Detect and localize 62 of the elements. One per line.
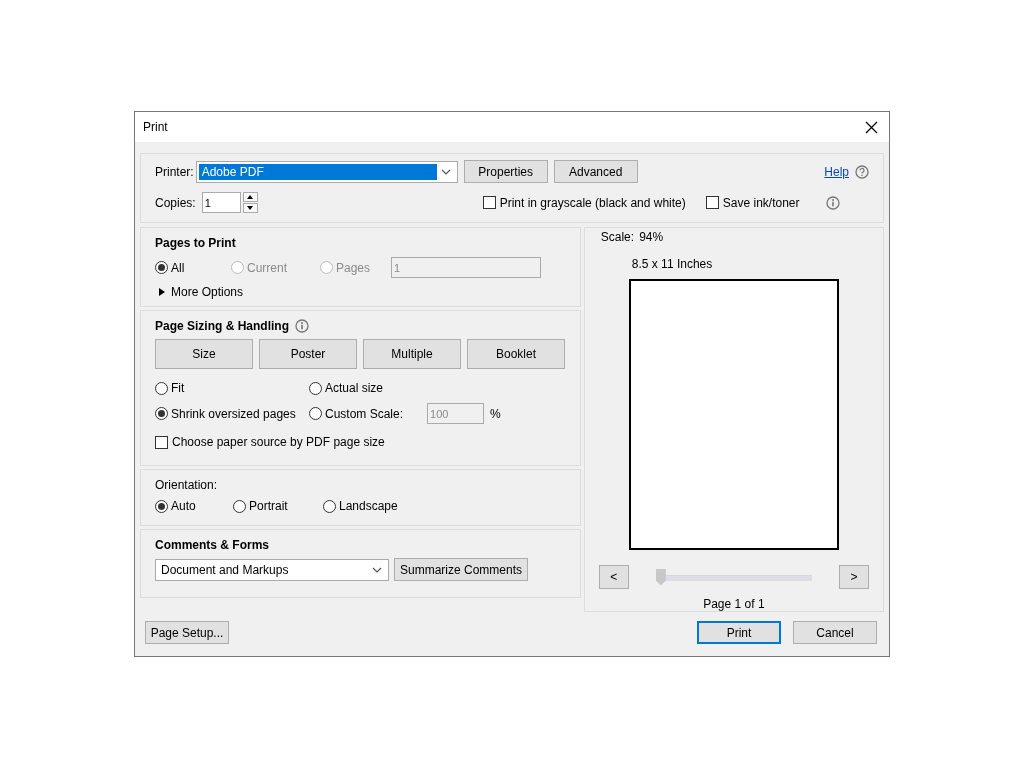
printer-label: Printer:	[155, 164, 194, 179]
section-label: Orientation:	[155, 478, 219, 492]
printer-select[interactable]: Adobe PDF	[195, 160, 458, 183]
help-link[interactable]: Help	[824, 164, 849, 179]
expand-triangle-icon[interactable]	[159, 288, 165, 296]
radio-label: Shrink oversized pages	[171, 406, 296, 421]
section-heading: Comments & Forms	[155, 538, 271, 552]
radio-label: Landscape	[339, 499, 398, 513]
dialog-button[interactable]: Advanced	[553, 160, 638, 183]
percent-label: %	[490, 406, 501, 421]
copies-field[interactable]: 1	[201, 192, 241, 213]
copies-spinner[interactable]	[242, 192, 258, 213]
radio-label: Auto	[171, 499, 196, 513]
checkbox[interactable]	[482, 196, 496, 209]
mode-button[interactable]: Poster	[259, 339, 357, 369]
info-icon	[295, 319, 309, 333]
radio-label: Portrait	[249, 499, 288, 513]
page-setup-button[interactable]: Page Setup...	[145, 621, 229, 644]
mode-button[interactable]: Size	[155, 339, 253, 369]
radio-button[interactable]	[155, 261, 168, 274]
mode-button[interactable]: Booklet	[467, 339, 565, 369]
more-options-label[interactable]: More Options	[171, 285, 244, 299]
scale-value: 94%	[639, 230, 664, 244]
help-icon[interactable]	[855, 164, 869, 179]
copies-label: Copies:	[155, 195, 196, 210]
checkbox-label: Save ink/toner	[722, 195, 800, 210]
previous-page-button[interactable]: <	[598, 565, 629, 589]
radio-label: Fit	[171, 381, 185, 395]
page-count-label: Page 1 of 1	[703, 597, 765, 611]
radio-button[interactable]	[323, 499, 336, 513]
radio-label: All	[171, 260, 185, 275]
window-title: Print	[143, 120, 168, 134]
radio-button[interactable]	[155, 381, 168, 395]
section-heading: Page Sizing & Handling	[155, 319, 289, 333]
radio-label: Current	[247, 260, 287, 275]
info-icon	[825, 195, 840, 210]
radio-label: Pages	[336, 260, 371, 275]
radio-button[interactable]	[233, 499, 246, 513]
scale-label: Scale:	[600, 230, 635, 244]
next-page-button[interactable]: >	[839, 565, 869, 589]
checkbox[interactable]	[705, 196, 719, 209]
dropdown-caret-icon	[372, 566, 382, 573]
section-heading: Pages to Print	[155, 236, 237, 250]
dropdown-caret-icon	[440, 168, 451, 175]
mode-button[interactable]: Multiple	[363, 339, 461, 369]
paper-size-label: 8.5 x 11 Inches	[631, 257, 713, 271]
checkbox-label: Choose paper source by PDF page size	[172, 435, 385, 449]
print-button[interactable]: Print	[697, 621, 781, 644]
radio-button[interactable]	[155, 407, 168, 420]
slider-thumb[interactable]	[655, 568, 666, 586]
dialog-button[interactable]: Properties	[463, 160, 548, 183]
summarize-comments-button[interactable]: Summarize Comments	[394, 558, 528, 581]
radio-button[interactable]	[155, 499, 168, 513]
checkbox[interactable]	[155, 435, 168, 449]
comments-select[interactable]: Document and Markups	[155, 558, 389, 581]
checkbox-label: Print in grayscale (black and white)	[499, 195, 686, 210]
close-icon[interactable]	[864, 120, 878, 134]
radio-button[interactable]	[309, 381, 322, 395]
radio-button[interactable]	[309, 407, 322, 420]
radio-label: Custom Scale:	[325, 406, 404, 421]
radio-label: Actual size	[325, 381, 384, 395]
cancel-button[interactable]: Cancel	[793, 621, 877, 644]
